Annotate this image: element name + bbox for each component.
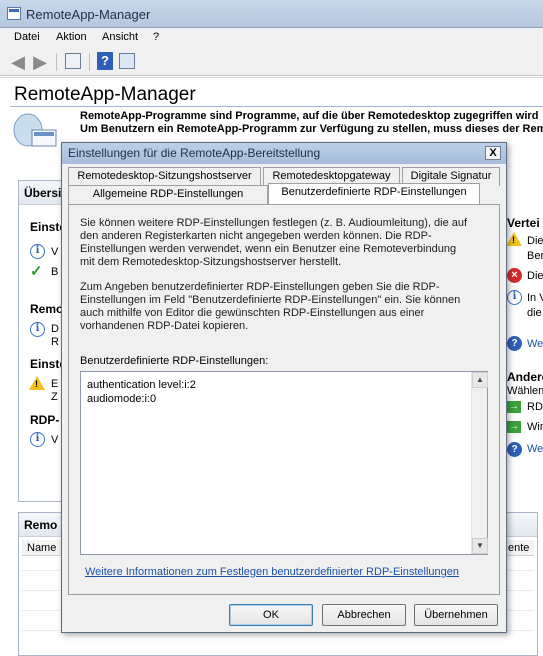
paragraph-line: Einstellungen werden verwendet, wenn ein… (80, 243, 457, 255)
green-arrow-icon: → (507, 401, 521, 413)
description-line-1: RemoteApp-Programme sind Programme, auf … (80, 110, 539, 122)
remoteapp-icon (7, 7, 21, 20)
toolbar-separator (89, 53, 90, 71)
menu-aktion[interactable]: Aktion (56, 31, 87, 43)
other-subtitle: Wählen (507, 385, 543, 397)
paragraph-line: den anderen Registerkarten nicht angegeb… (80, 230, 432, 242)
warning-icon: ! (29, 376, 45, 390)
tab-custom-rdp[interactable]: Benutzerdefinierte RDP-Einstellungen (268, 183, 480, 204)
settings-dialog: Einstellungen für die RemoteApp-Bereitst… (61, 142, 507, 633)
error-icon: × (507, 268, 522, 283)
help-icon[interactable]: ? (97, 52, 113, 70)
instructions-paragraph: Zum Angeben benutzerdefinierter RDP-Eins… (80, 281, 490, 333)
description-line-2: Um Benutzern ein RemoteApp-Programm zur … (80, 123, 543, 135)
column-header-right[interactable]: ente (508, 542, 529, 554)
paragraph-line: Sie können weitere RDP-Einstellungen fes… (80, 217, 468, 229)
actions-row-text[interactable]: RD (527, 401, 543, 413)
cancel-button[interactable]: Abbrechen (322, 604, 406, 626)
actions-link[interactable]: We (527, 338, 543, 350)
menu-help[interactable]: ? (153, 31, 159, 43)
paragraph-line: auch mithilfe von Editor die gewünschten… (80, 307, 425, 319)
help-icon: ? (507, 442, 522, 457)
window-titlebar: RemoteApp-Manager (0, 0, 543, 28)
info-icon: i (507, 290, 522, 305)
paragraph-line: vorhandenen RDP-Datei kopieren. (80, 320, 249, 332)
page-title: RemoteApp-Manager (14, 84, 196, 105)
menu-bar: Datei Aktion Ansicht ? (0, 28, 543, 48)
tab-panel: Sie können weitere RDP-Einstellungen fes… (68, 204, 500, 595)
window-title: RemoteApp-Manager (26, 7, 151, 22)
section-row-text: E (51, 378, 59, 390)
section-row-text: V (51, 434, 59, 446)
actions-row-text[interactable]: Win (527, 421, 543, 433)
dialog-titlebar[interactable]: Einstellungen für die RemoteApp-Bereitst… (62, 143, 506, 164)
actions-row-text: In V (527, 292, 543, 304)
section-row-text: R (51, 336, 59, 348)
tab-general-rdp[interactable]: Allgemeine RDP-Einstellungen (68, 185, 268, 204)
actions-link[interactable]: We (527, 443, 543, 455)
tab-session-host[interactable]: Remotedesktop-Sitzungshostserver (68, 167, 261, 186)
section-row-text: V (51, 246, 59, 258)
programs-panel-title: Remo (24, 518, 58, 532)
section-row-text: Z (51, 391, 58, 403)
toolbar-separator (56, 53, 57, 71)
paragraph-line: Einstellungen im Feld "Benutzerdefiniert… (80, 294, 461, 306)
green-arrow-icon: → (507, 421, 521, 433)
section-title: Remo (30, 302, 64, 316)
warning-icon: ! (506, 232, 522, 246)
textarea-scrollbar[interactable]: ▲ ▼ (471, 372, 488, 554)
actions-row-text: Die (527, 235, 543, 247)
info-icon: i (30, 244, 45, 259)
menu-datei[interactable]: Datei (14, 31, 40, 43)
dialog-title: Einstellungen für die RemoteApp-Bereitst… (68, 146, 321, 160)
ok-button[interactable]: OK (229, 604, 313, 626)
toolbar: ◀ ▶ ? (0, 48, 543, 76)
section-row-text: B (51, 266, 59, 278)
column-header-name[interactable]: Name (27, 542, 56, 554)
intro-paragraph: Sie können weitere RDP-Einstellungen fes… (80, 217, 490, 269)
console-tree-icon[interactable] (65, 53, 81, 69)
scroll-down-icon[interactable]: ▼ (472, 538, 488, 554)
section-title: RDP- (30, 413, 60, 427)
help-icon: ? (507, 336, 522, 351)
actions-row-text: Die (527, 270, 543, 282)
back-arrow-icon[interactable]: ◀ (8, 52, 28, 72)
apply-button[interactable]: Übernehmen (414, 604, 498, 626)
custom-rdp-label: Benutzerdefinierte RDP-Einstellungen: (80, 355, 269, 367)
actions-row-text: Ber (527, 250, 543, 262)
heading-divider (10, 106, 543, 107)
actions-row-text: die (527, 307, 542, 319)
remoteapp-logo-icon (12, 110, 58, 148)
paragraph-line: mit dem Remotedesktop-Sitzungshostserver… (80, 256, 342, 268)
info-icon: i (30, 432, 45, 447)
action-pane-icon[interactable] (119, 53, 135, 69)
menu-ansicht[interactable]: Ansicht (102, 31, 138, 43)
more-info-link[interactable]: Weitere Informationen zum Festlegen benu… (85, 566, 459, 578)
scroll-up-icon[interactable]: ▲ (472, 372, 488, 388)
info-icon: i (30, 322, 45, 337)
custom-rdp-textarea[interactable]: authentication level:i:2 audiomode:i:0 (80, 371, 488, 555)
paragraph-line: Zum Angeben benutzerdefinierter RDP-Eins… (80, 281, 440, 293)
close-icon[interactable]: X (485, 146, 501, 160)
section-row-text: D (51, 323, 59, 335)
overview-header: Übersi (24, 186, 62, 200)
distribution-title: Vertei (507, 216, 540, 230)
other-title: Andere (507, 370, 543, 384)
forward-arrow-icon[interactable]: ▶ (30, 52, 50, 72)
check-icon: ✓ (30, 263, 43, 280)
